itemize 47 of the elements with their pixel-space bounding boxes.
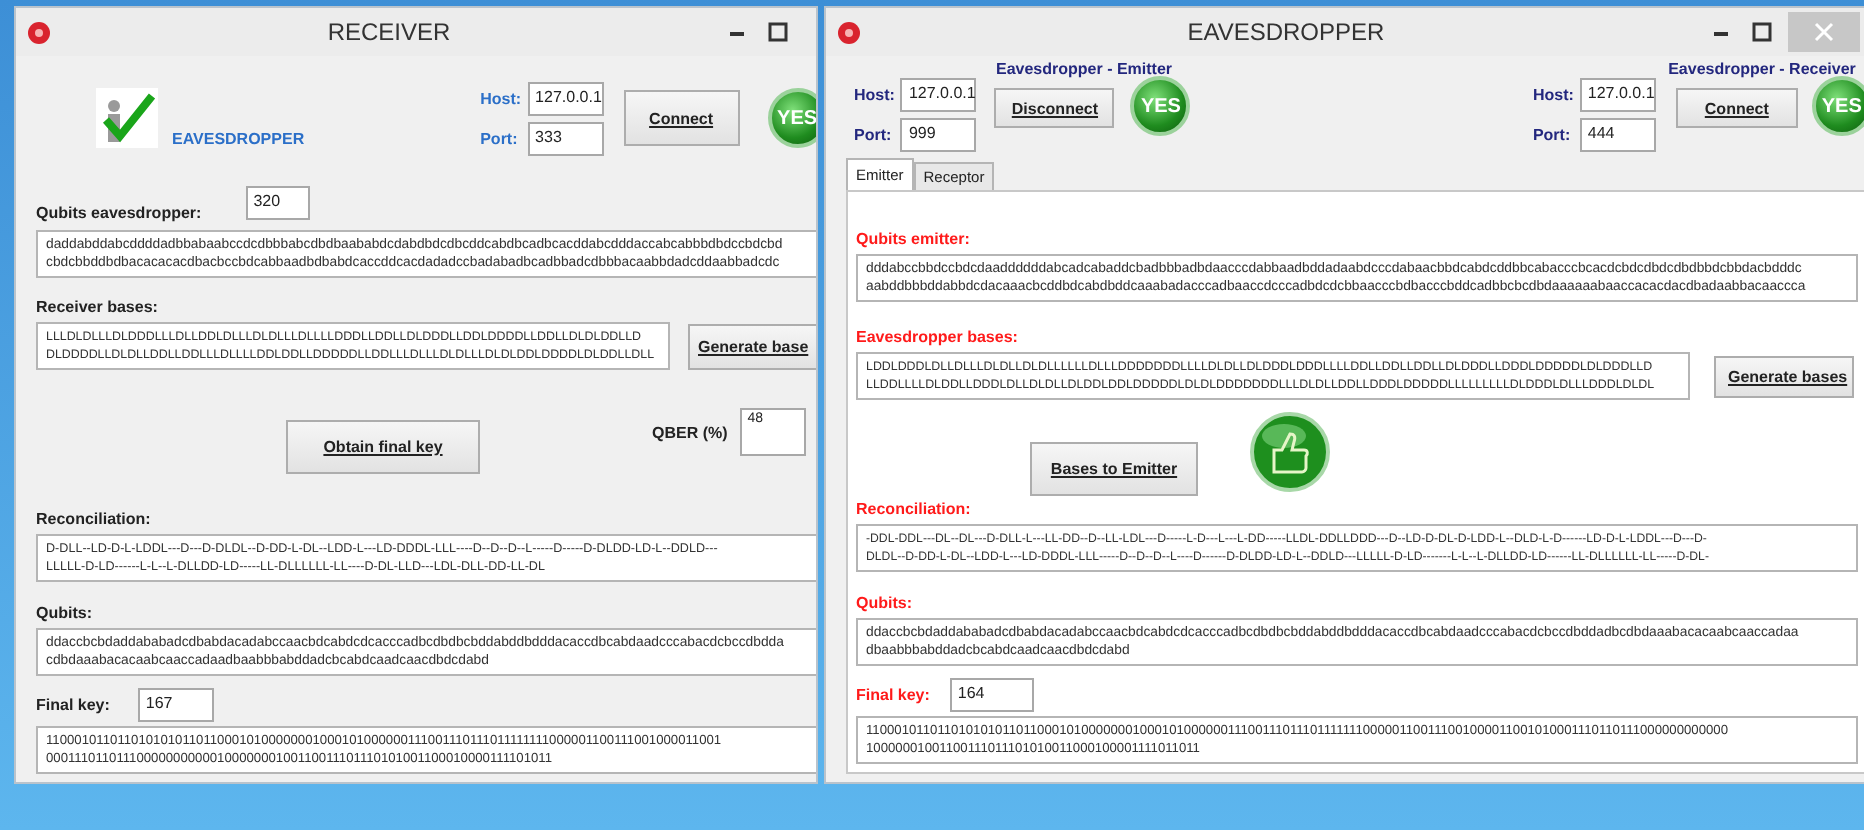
thumbs-up-icon	[1250, 410, 1330, 494]
connect-button[interactable]: Connect	[1675, 88, 1798, 128]
count-field[interactable]: 164	[949, 678, 1034, 712]
port-field[interactable]: 333	[527, 121, 604, 155]
field-label: Eavesdropper bases:	[856, 328, 1020, 346]
app-icon	[838, 21, 860, 43]
host-field[interactable]: 127.0.0.1	[527, 81, 604, 115]
field-label: Final key:	[856, 686, 930, 704]
count-field[interactable]: 167	[137, 688, 214, 722]
window-title: EAVESDROPPER	[1185, 18, 1387, 46]
status-badge: YES	[767, 88, 816, 148]
port-label: Port:	[1532, 125, 1573, 143]
checkmark-icon	[96, 88, 158, 148]
bases-to-emitter-button[interactable]: Bases to Emitter	[1030, 441, 1198, 495]
maximize-icon[interactable]	[768, 22, 788, 42]
field-label: Reconciliation:	[36, 510, 153, 528]
field-label: Qubits:	[36, 604, 94, 622]
host-label: Host:	[1532, 85, 1574, 103]
connect-button[interactable]: Connect	[623, 90, 740, 146]
port-label: Port:	[480, 129, 520, 147]
count-field[interactable]: 320	[245, 186, 310, 220]
host-label: Host:	[480, 89, 522, 107]
section-heading: Eavesdropper - Receiver	[1668, 60, 1856, 78]
field-label: Qubits emitter:	[856, 230, 972, 248]
logo-label: EAVESDROPPER	[172, 130, 305, 148]
port-field[interactable]: 444	[1579, 117, 1656, 151]
section-heading: Eavesdropper - Emitter	[996, 60, 1173, 78]
field-label: Qubits eavesdropper:	[36, 204, 202, 222]
port-field[interactable]: 999	[900, 117, 977, 151]
app-icon	[28, 21, 50, 43]
field-label: Final key:	[36, 696, 110, 714]
status-badge: YES	[1130, 76, 1191, 136]
field-label: Qubits:	[856, 594, 914, 612]
maximize-icon[interactable]	[1751, 22, 1772, 42]
generate-bases-button[interactable]: Generate bases	[1714, 355, 1854, 397]
field-label: Reconciliation:	[856, 500, 973, 518]
host-field[interactable]: 127.0.0.1	[1579, 77, 1656, 111]
generate-bases-button[interactable]: Generate base	[688, 323, 816, 369]
port-label: Port:	[854, 125, 894, 143]
qber-label: QBER (%)	[652, 423, 728, 441]
window-title: RECEIVER	[325, 18, 453, 46]
host-label: Host:	[854, 85, 895, 103]
host-field[interactable]: 127.0.0.1	[900, 77, 977, 111]
field-label: Receiver bases:	[36, 298, 160, 316]
disconnect-button[interactable]: Disconnect	[994, 88, 1115, 128]
status-badge: YES	[1811, 76, 1864, 136]
obtain-final-key-button[interactable]: Obtain final key	[286, 419, 480, 473]
